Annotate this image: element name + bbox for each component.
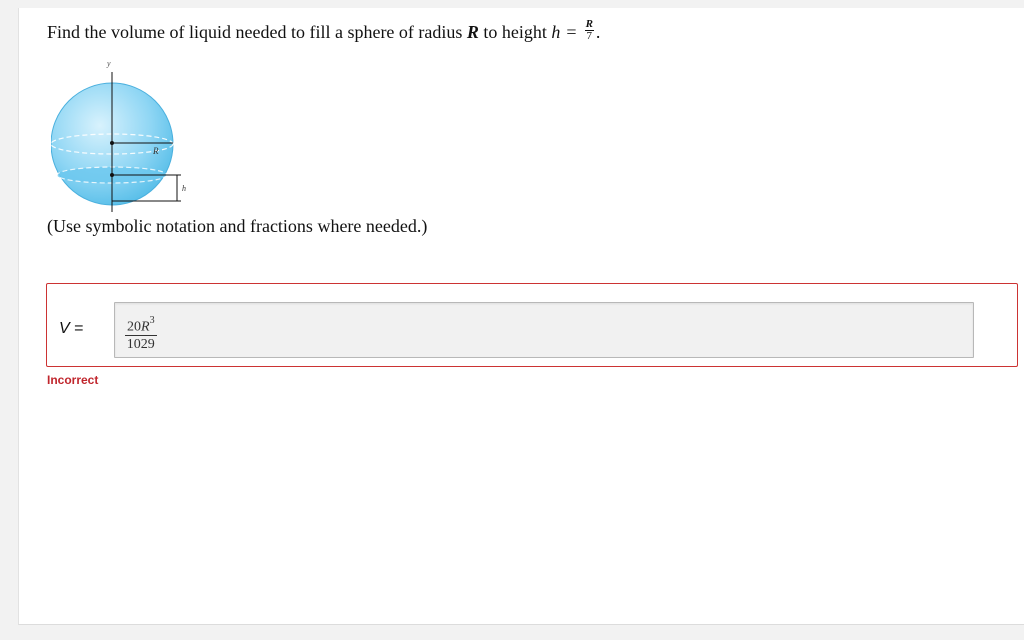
sphere-figure: y R h [51, 59, 186, 212]
question-lead: Find the volume of liquid needed to fill… [47, 22, 463, 42]
answer-radius: R [141, 319, 150, 335]
liquid-level-point [110, 173, 114, 177]
radius-variable: R [466, 22, 479, 42]
answer-fraction: 20R3 1029 [125, 315, 157, 352]
instructions-text: (Use symbolic notation and fractions whe… [47, 216, 428, 236]
incorrect-status: Incorrect [47, 373, 99, 387]
height-fraction-denominator: 7 [586, 30, 593, 43]
answer-box: V = 20R3 1029 [46, 283, 1018, 367]
height-label: h [182, 184, 186, 193]
answer-variable: V [59, 320, 70, 337]
answer-label: V = [59, 320, 83, 338]
radius-label: R [152, 146, 159, 156]
question-card: Find the volume of liquid needed to fill… [18, 8, 1024, 625]
answer-exponent: 3 [149, 315, 155, 326]
question-period: . [595, 22, 601, 42]
height-fraction: R7 [584, 19, 594, 43]
y-axis-label: y [106, 59, 111, 68]
answer-coefficient: 20 [127, 319, 141, 335]
equals-sign: = [566, 22, 577, 42]
answer-numerator: 20R3 [125, 315, 157, 336]
answer-equals: = [74, 320, 84, 337]
question-mid: to height [483, 22, 547, 42]
answer-denominator: 1029 [126, 336, 155, 352]
height-variable: h [551, 22, 561, 42]
answer-input[interactable]: 20R3 1029 [114, 302, 974, 358]
question-text: Find the volume of liquid needed to fill… [47, 19, 601, 45]
center-point [110, 141, 114, 145]
